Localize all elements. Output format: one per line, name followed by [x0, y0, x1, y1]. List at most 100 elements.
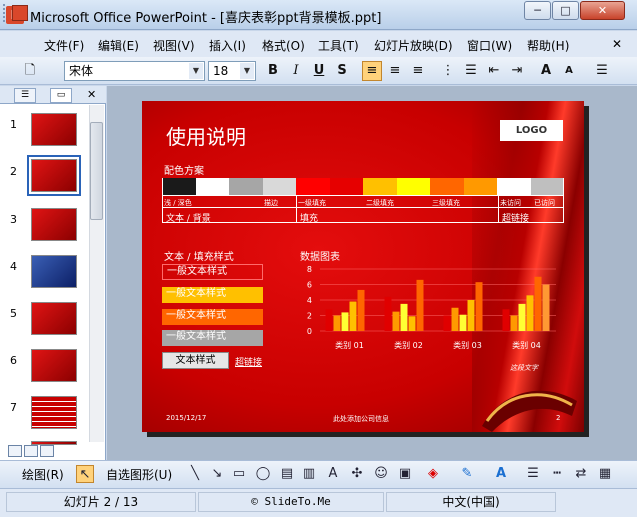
logo-placeholder[interactable]: LOGO — [500, 120, 563, 141]
slide-thumbnail-6[interactable] — [31, 349, 77, 382]
tab-outline[interactable]: ☰ — [14, 88, 36, 103]
insert-picture-icon[interactable]: ▣ — [396, 465, 414, 483]
autoshapes-menu-button[interactable]: 自选图形(U) — [106, 466, 172, 483]
decrease-indent-icon[interactable]: ⇤ — [484, 61, 504, 81]
slide-sorter-view-button[interactable] — [24, 445, 38, 457]
menu-grip-handle[interactable] — [3, 4, 7, 22]
draw-menu-button[interactable]: 绘图(R) — [22, 466, 64, 483]
color-swatch[interactable] — [162, 178, 196, 195]
document-icon[interactable] — [12, 5, 28, 21]
menu-format[interactable]: 格式(O) — [262, 37, 305, 54]
fill-color-icon[interactable]: ◈ — [424, 465, 442, 483]
slide-thumbnail-3[interactable] — [31, 208, 77, 241]
color-swatch[interactable] — [463, 178, 497, 195]
menu-file[interactable]: 文件(F) — [44, 37, 84, 54]
line-tool-icon[interactable]: ╲ — [186, 465, 204, 483]
clipart-icon[interactable]: ☺ — [372, 465, 390, 483]
color-swatch[interactable] — [530, 178, 564, 195]
increase-indent-icon[interactable]: ⇥ — [507, 61, 527, 81]
slide-thumbnail-5[interactable] — [31, 302, 77, 335]
slide-title[interactable]: 使用说明 — [166, 121, 246, 150]
oval-tool-icon[interactable]: ◯ — [254, 465, 272, 483]
menu-window[interactable]: 窗口(W) — [467, 37, 512, 54]
color-swatch[interactable] — [296, 178, 330, 195]
color-swatches — [162, 178, 564, 195]
bulleted-list-icon[interactable]: ☰ — [461, 61, 481, 81]
chart-y-tick-label: 6 — [307, 281, 312, 290]
tab-slides[interactable]: ▭ — [50, 88, 72, 103]
slide-number: 7 — [10, 401, 17, 414]
italic-button[interactable]: I — [286, 61, 306, 81]
slideshow-view-button[interactable] — [40, 445, 54, 457]
text-style-sample[interactable]: 一般文本样式 — [162, 309, 263, 325]
font-name-select[interactable]: 宋体 ▼ — [64, 61, 205, 81]
rectangle-tool-icon[interactable]: ▭ — [230, 465, 248, 483]
shrink-font-button[interactable]: A — [559, 61, 579, 81]
hyperlink-sample[interactable]: 超链接 — [235, 355, 262, 368]
maximize-button[interactable]: □ — [552, 1, 579, 20]
note-text: 这段文字 — [510, 364, 538, 372]
align-left-icon[interactable]: ≡ — [362, 61, 382, 81]
ribbon-decoration — [482, 390, 577, 432]
diagram-icon[interactable]: ✣ — [348, 465, 366, 483]
bold-button[interactable]: B — [263, 61, 283, 81]
slide-number: 1 — [10, 118, 17, 131]
color-swatch[interactable] — [262, 178, 296, 195]
close-document-button[interactable]: ✕ — [612, 37, 622, 51]
color-swatch[interactable] — [396, 178, 430, 195]
chevron-down-icon[interactable]: ▼ — [240, 63, 254, 79]
menu-edit[interactable]: 编辑(E) — [98, 37, 139, 54]
text-style-sample[interactable]: 一般文本样式 — [162, 264, 263, 280]
textbox-tool-icon[interactable]: ▤ — [278, 465, 296, 483]
shadow-style-icon[interactable]: ▦ — [596, 465, 614, 483]
select-pointer-icon[interactable]: ↖ — [76, 465, 94, 483]
slide-thumbnail-4[interactable] — [31, 255, 77, 288]
grow-font-button[interactable]: A — [536, 61, 556, 81]
arrow-tool-icon[interactable]: ↘ — [208, 465, 226, 483]
color-swatch[interactable] — [329, 178, 363, 195]
underline-button[interactable]: U — [309, 61, 329, 81]
align-right-icon[interactable]: ≡ — [408, 61, 428, 81]
template-name: © SlideTo.Me — [198, 492, 384, 512]
line-style-icon[interactable]: ☰ — [524, 465, 542, 483]
close-panel-button[interactable]: ✕ — [87, 88, 96, 101]
align-center-icon[interactable]: ≡ — [385, 61, 405, 81]
line-color-icon[interactable]: ✎ — [458, 465, 476, 483]
menu-slideshow[interactable]: 幻灯片放映(D) — [374, 37, 453, 54]
text-style-sample[interactable]: 一般文本样式 — [162, 330, 263, 346]
menu-insert[interactable]: 插入(I) — [209, 37, 246, 54]
chart-bar — [333, 315, 341, 331]
color-swatch[interactable] — [363, 178, 397, 195]
chart-y-tick-label: 4 — [307, 296, 312, 305]
slide-thumbnail-7[interactable] — [31, 396, 77, 429]
text-style-button[interactable]: 文本样式 — [162, 352, 229, 369]
data-chart[interactable]: 8 6 4 2 0 类别 01 类别 02 类别 03 类别 04 — [298, 261, 568, 356]
font-color-icon[interactable]: A — [492, 465, 510, 483]
current-slide[interactable]: 使用说明 LOGO 配色方案 浅 / 深色 描边 一级填充 二级填充 三级填充 … — [142, 101, 584, 432]
normal-view-button[interactable] — [8, 445, 22, 457]
text-style-sample[interactable]: 一般文本样式 — [162, 287, 263, 303]
close-window-button[interactable]: ✕ — [580, 1, 625, 20]
scrollbar-thumb[interactable] — [90, 122, 103, 220]
shadow-button[interactable]: S — [332, 61, 352, 81]
vertical-textbox-icon[interactable]: ▥ — [300, 465, 318, 483]
menu-tools[interactable]: 工具(T) — [318, 37, 359, 54]
numbered-list-icon[interactable]: ⋮ — [438, 61, 458, 81]
toolbar-options-icon[interactable]: ☰ — [592, 61, 612, 81]
menu-view[interactable]: 视图(V) — [153, 37, 195, 54]
slide-thumbnail-2[interactable] — [27, 155, 81, 196]
menu-help[interactable]: 帮助(H) — [527, 37, 569, 54]
chevron-down-icon[interactable]: ▼ — [189, 63, 203, 79]
arrow-style-icon[interactable]: ⇄ — [572, 465, 590, 483]
color-swatch[interactable] — [229, 178, 263, 195]
font-size-select[interactable]: 18 ▼ — [208, 61, 256, 81]
dash-style-icon[interactable]: ┅ — [548, 465, 566, 483]
color-swatch[interactable] — [195, 178, 229, 195]
wordart-icon[interactable]: A — [324, 465, 342, 483]
new-document-icon[interactable]: 🗋 — [20, 61, 40, 81]
slide-thumbnail-1[interactable] — [31, 113, 77, 146]
color-swatch[interactable] — [430, 178, 464, 195]
slide-number: 2 — [10, 165, 17, 178]
minimize-button[interactable]: ─ — [524, 1, 551, 20]
color-swatch[interactable] — [497, 178, 531, 195]
